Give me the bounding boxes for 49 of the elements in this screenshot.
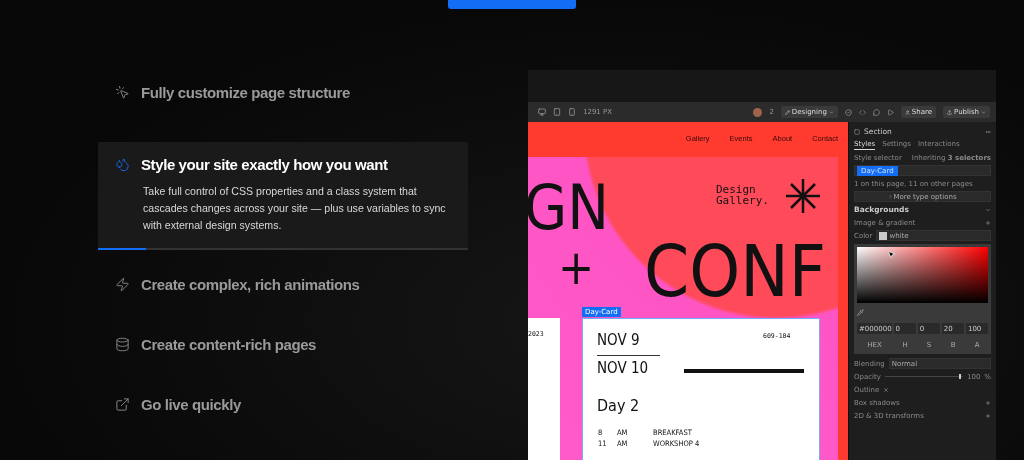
headline-text: CONF <box>644 235 826 307</box>
chevron-icon <box>888 194 894 199</box>
headline-text: + <box>558 243 595 291</box>
feature-item[interactable]: Fully customize page structure <box>98 70 468 130</box>
date-text: NOV 9 <box>597 333 640 348</box>
pencil-icon <box>784 109 790 115</box>
feature-item[interactable]: Create content-rich pages <box>98 322 468 382</box>
phone-icon[interactable] <box>568 108 576 116</box>
feature-title: Create content-rich pages <box>141 336 317 353</box>
feature-title: Go live quickly <box>141 396 241 413</box>
caret-icon <box>981 109 986 115</box>
feature-title: Fully customize page structure <box>141 84 350 101</box>
lightning-icon <box>115 277 130 292</box>
logo-text: Design Gallery. <box>716 184 769 206</box>
external-link-icon <box>115 397 130 412</box>
checkbox-icon <box>854 128 860 135</box>
droplets-icon <box>115 157 130 172</box>
close-icon[interactable] <box>883 386 890 393</box>
eyedropper-icon[interactable] <box>857 309 864 316</box>
check-icon[interactable] <box>844 108 852 116</box>
feature-description: Take full control of CSS properties and a class system that cascades changes across your site — plus use variables to sync with external design systems. <box>143 184 447 233</box>
feature-title: Create complex, rich animations <box>141 276 360 293</box>
comment-icon[interactable] <box>872 108 880 116</box>
feature-item[interactable]: Style your site exactly how you want Take full control of CSS properties and a class system that cascades changes across your site — plus use variables to sync with external design systems. <box>98 142 468 250</box>
add-icon[interactable] <box>985 399 991 406</box>
add-icon[interactable] <box>985 219 991 226</box>
play-icon[interactable] <box>886 108 894 116</box>
cursor-click-icon <box>115 85 130 100</box>
caret-icon <box>828 109 834 115</box>
feature-item[interactable]: Go live quickly <box>98 382 468 442</box>
add-icon[interactable] <box>985 412 991 419</box>
avatar <box>753 107 763 117</box>
upload-icon <box>947 109 953 115</box>
pointer-icon <box>887 250 896 259</box>
caret-icon[interactable] <box>985 206 991 213</box>
code-icon[interactable] <box>858 108 866 116</box>
feature-title: Style your site exactly how you want <box>141 156 388 173</box>
user-icon <box>904 109 910 115</box>
tablet-icon[interactable] <box>553 108 561 116</box>
feature-item[interactable]: Create complex, rich animations <box>98 262 468 322</box>
saturation-area[interactable] <box>857 247 988 303</box>
date-text: NOV 10 <box>597 361 649 376</box>
desktop-icon[interactable] <box>538 108 546 116</box>
day-heading: Day 2 <box>597 398 640 414</box>
database-icon <box>115 337 130 352</box>
opacity-thumb[interactable] <box>959 374 962 379</box>
more-icon[interactable] <box>985 128 991 135</box>
asterisk-icon <box>786 179 820 213</box>
color-swatch <box>879 231 888 240</box>
